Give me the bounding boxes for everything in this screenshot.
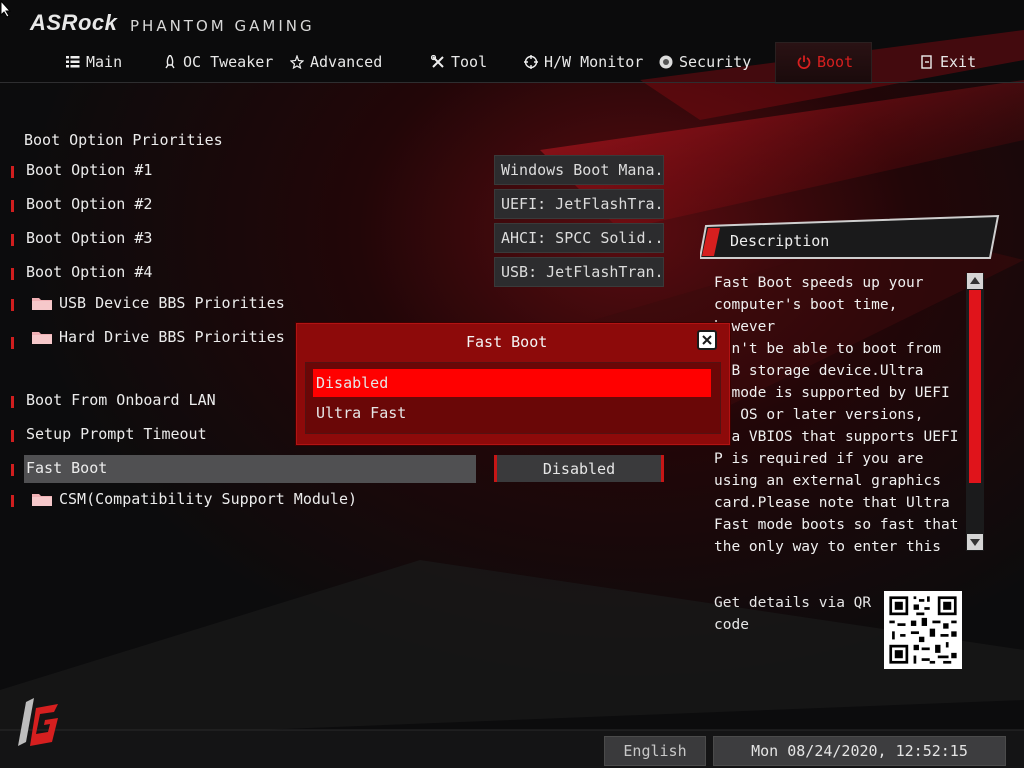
boot-option-1-label[interactable]: Boot Option #1 xyxy=(26,161,152,179)
boot-option-4-value[interactable]: USB: JetFlashTran... xyxy=(494,257,664,287)
description-line: won't be able to boot from xyxy=(714,341,941,357)
shield-icon xyxy=(659,55,673,69)
fast-boot-value[interactable]: Disabled xyxy=(494,455,664,482)
nav-divider xyxy=(0,82,1024,83)
power-icon xyxy=(797,55,811,69)
mouse-cursor-icon xyxy=(0,0,12,18)
popup-option-ultra-fast[interactable]: Ultra Fast xyxy=(316,404,406,422)
tab-label: OC Tweaker xyxy=(183,53,274,71)
usb-bbs-priorities-item[interactable]: USB Device BBS Priorities xyxy=(59,294,285,312)
qr-code-icon xyxy=(884,591,962,669)
boot-option-3-value[interactable]: AHCI: SPCC Solid... xyxy=(494,223,664,253)
exit-icon xyxy=(921,55,932,69)
row-marker xyxy=(11,396,14,408)
scrollbar-thumb[interactable] xyxy=(969,290,981,483)
tab-label: H/W Monitor xyxy=(544,53,644,71)
folder-icon xyxy=(32,332,52,344)
tab-main[interactable]: Main xyxy=(66,52,122,72)
description-title: Description xyxy=(730,232,830,250)
scroll-down-arrow-icon[interactable] xyxy=(967,534,983,550)
row-marker xyxy=(11,464,14,476)
boot-option-2-value[interactable]: UEFI: JetFlashTra... xyxy=(494,189,664,219)
language-selector[interactable]: English xyxy=(604,736,706,766)
brand-logo: ASRock xyxy=(30,10,118,35)
tab-label: Boot xyxy=(817,53,854,71)
row-marker xyxy=(11,337,14,349)
tab-label: Tool xyxy=(451,53,488,71)
tab-advanced[interactable]: Advanced xyxy=(290,52,382,72)
description-line: Fast mode boots so fast that xyxy=(714,517,959,533)
scroll-up-arrow-icon[interactable] xyxy=(967,273,983,289)
folder-icon xyxy=(32,298,52,310)
description-line: using an external graphics xyxy=(714,473,941,489)
star-icon xyxy=(290,55,304,69)
boot-option-3-label[interactable]: Boot Option #3 xyxy=(26,229,152,247)
tools-icon xyxy=(431,55,444,68)
tab-label: Exit xyxy=(940,53,977,71)
row-marker xyxy=(11,200,14,212)
qr-caption: Get details via QR code xyxy=(714,595,872,633)
tab-boot[interactable]: Boot xyxy=(797,52,853,72)
description-line: card.Please note that Ultra xyxy=(714,495,950,511)
tab-security[interactable]: Security xyxy=(659,52,751,72)
description-line: d a VBIOS that supports UEFI xyxy=(714,429,959,445)
description-text: Fast Boot speeds up your computer's boot… xyxy=(714,272,964,558)
section-title: Boot Option Priorities xyxy=(24,131,223,149)
rocket-icon xyxy=(165,55,175,69)
boot-from-lan-label[interactable]: Boot From Onboard LAN xyxy=(26,391,216,409)
tab-tool[interactable]: Tool xyxy=(431,52,487,72)
boot-option-1-value[interactable]: Windows Boot Mana... xyxy=(494,155,664,185)
popup-option-disabled[interactable]: Disabled xyxy=(313,369,711,397)
hdd-bbs-priorities-item[interactable]: Hard Drive BBS Priorities xyxy=(59,328,285,346)
description-line: Fast Boot speeds up your xyxy=(714,275,924,291)
tab-exit[interactable]: Exit xyxy=(920,52,976,72)
tab-oc-tweaker[interactable]: OC Tweaker xyxy=(163,52,273,72)
boot-option-2-label[interactable]: Boot Option #2 xyxy=(26,195,152,213)
description-line: USB storage device.Ultra xyxy=(714,363,924,379)
tab-label: Main xyxy=(86,53,123,71)
list-icon xyxy=(66,56,80,68)
phantom-gaming-logo xyxy=(18,698,58,746)
fast-boot-label[interactable]: Fast Boot xyxy=(26,459,107,477)
date-time-display[interactable]: Mon 08/24/2020, 12:52:15 xyxy=(713,736,1006,766)
tab-label: Security xyxy=(679,53,752,71)
description-line: t mode is supported by UEFI xyxy=(714,385,950,401)
folder-icon xyxy=(32,494,52,506)
tab-label: Advanced xyxy=(310,53,383,71)
row-marker xyxy=(11,268,14,280)
tab-hw-monitor[interactable]: H/W Monitor xyxy=(524,52,643,72)
csm-item[interactable]: CSM(Compatibility Support Module) xyxy=(59,490,357,508)
row-marker xyxy=(11,166,14,178)
description-line: P is required if you are xyxy=(714,451,924,467)
row-marker xyxy=(11,299,14,311)
description-line: the only way to enter this xyxy=(714,539,941,555)
description-line: computer's boot time, however xyxy=(714,297,898,335)
close-icon[interactable] xyxy=(697,330,717,350)
popup-title: Fast Boot xyxy=(466,333,548,351)
brand-subtitle: PHANTOM GAMING xyxy=(130,17,315,35)
setup-prompt-timeout-label[interactable]: Setup Prompt Timeout xyxy=(26,425,207,443)
row-marker xyxy=(11,430,14,442)
target-icon xyxy=(524,55,538,69)
boot-option-4-label[interactable]: Boot Option #4 xyxy=(26,263,152,281)
row-marker xyxy=(11,234,14,246)
row-marker xyxy=(11,495,14,507)
description-line: re OS or later versions, xyxy=(714,407,924,423)
